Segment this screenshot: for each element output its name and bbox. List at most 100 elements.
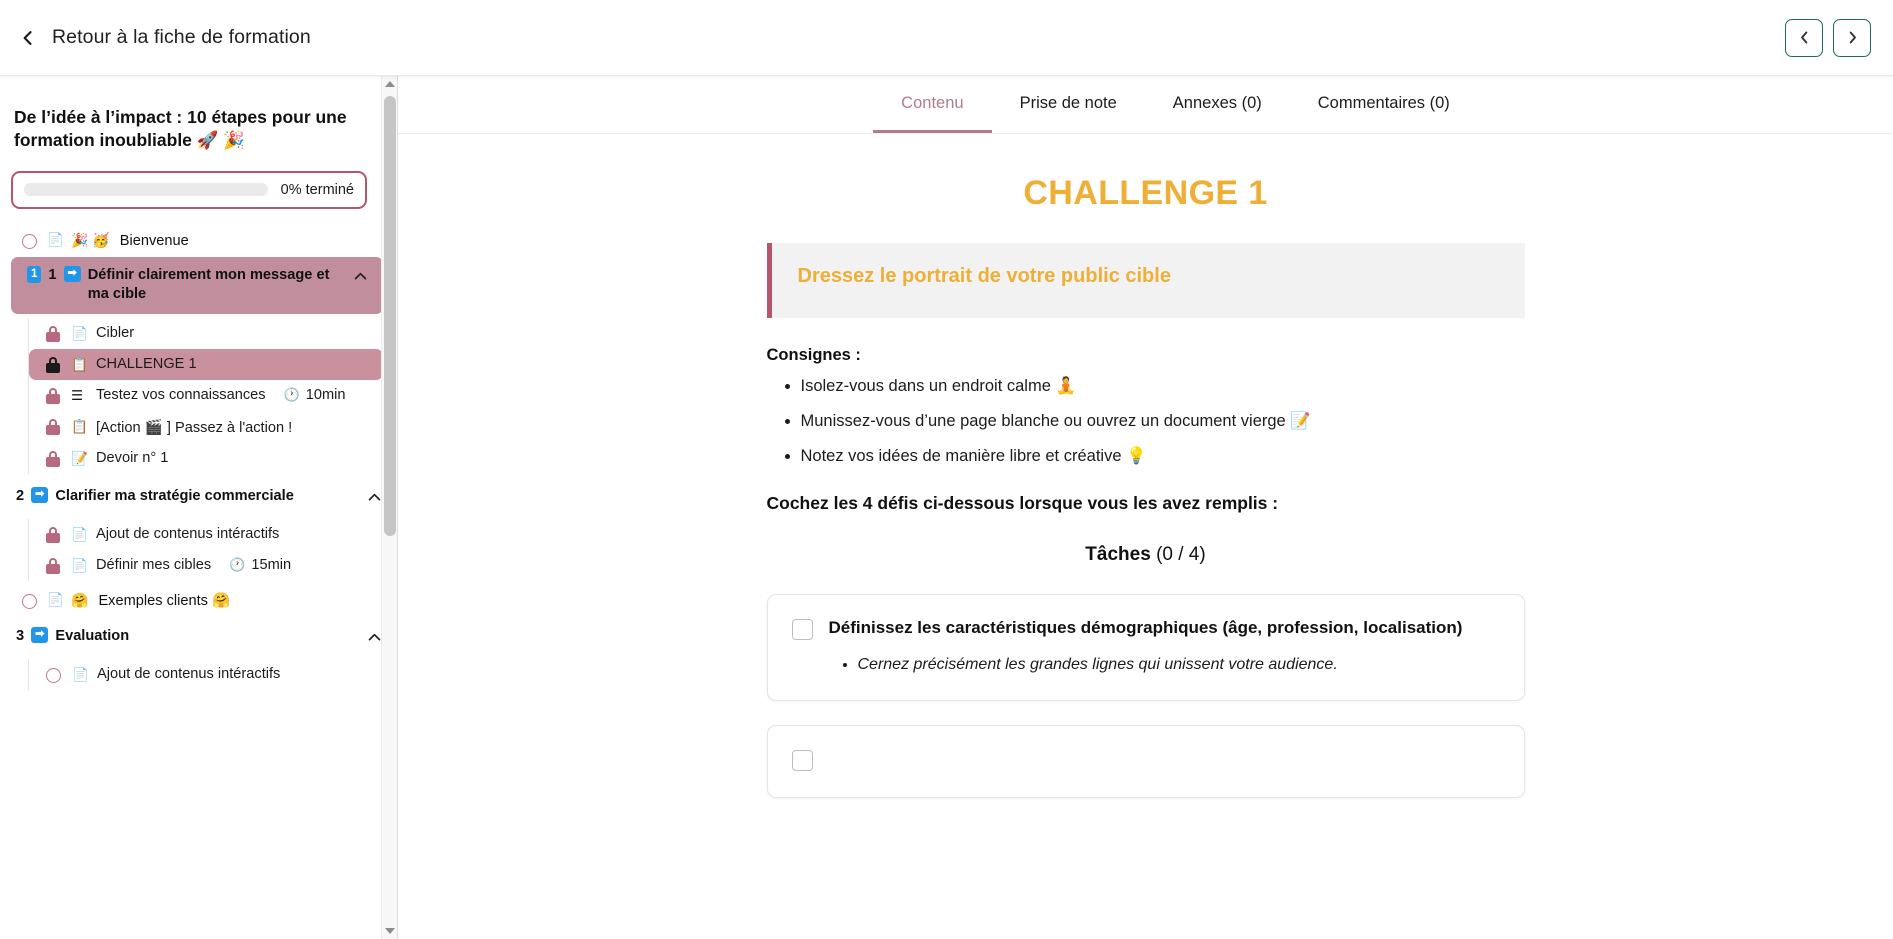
section-number-badge: 1	[27, 266, 42, 283]
chevron-up-icon[interactable]	[352, 268, 369, 285]
challenge-heading: CHALLENGE 1	[1023, 174, 1268, 212]
callout-box: Dressez le portrait de votre public cibl…	[766, 243, 1525, 318]
tab-label: Commentaires (0)	[1317, 93, 1450, 112]
course-player-app: Retour à la fiche de formation De l’idée…	[0, 0, 1893, 939]
callout-text: Dressez le portrait de votre public cibl…	[797, 265, 1171, 287]
sidebar-item-label: Devoir n° 1	[96, 450, 169, 467]
clock-icon: 🕐	[229, 557, 246, 573]
quiz-list-icon: ☰	[71, 387, 84, 403]
sidebar-item-label: Exemples clients 🤗	[98, 592, 231, 609]
sidebar-section-2-children: 📄 Ajout de contenus intéractifs 📄 Défini…	[28, 518, 397, 581]
sidebar-item-label: Définir mes cibles	[96, 557, 212, 574]
app-body: De l’idée à l’impact : 10 étapes pour un…	[0, 76, 1893, 939]
chevron-left-icon	[23, 30, 32, 45]
task-card[interactable]: Définissez les caractéristiques démograp…	[766, 594, 1525, 702]
sidebar-section-2[interactable]: 2 ➡ Clarifier ma stratégie commerciale	[0, 478, 397, 515]
duration: 🕐 10min	[284, 387, 346, 403]
sidebar-item-ajout-de-contenus-interactifs-s2[interactable]: 📄 Ajout de contenus intéractifs	[29, 519, 383, 550]
task-checkbox[interactable]	[791, 750, 813, 772]
incomplete-circle-icon	[22, 233, 37, 249]
progress-bar-track	[24, 183, 268, 196]
sidebar-section-1-children: 📄 Cibler 📋 CHALLENGE 1 ☰ Testez vos conn…	[28, 317, 397, 474]
cochez-heading: Cochez les 4 défis ci-dessous lorsque vo…	[766, 493, 1279, 514]
course-sidebar: De l’idée à l’impact : 10 étapes pour un…	[0, 76, 398, 939]
sidebar-section-label: Définir clairement mon message et ma cib…	[87, 267, 330, 303]
clipboard-icon: 📋	[71, 419, 88, 435]
back-link-label: Retour à la fiche de formation	[52, 26, 311, 48]
lock-icon	[46, 557, 60, 574]
lock-icon	[46, 526, 60, 543]
sidebar-item-label: Testez vos connaissances	[96, 387, 266, 404]
sidebar-section-3[interactable]: 3 ➡ Evaluation	[0, 618, 397, 655]
list-item: Notez vos idées de manière libre et créa…	[801, 446, 1525, 468]
sidebar-item-cibler[interactable]: 📄 Cibler	[29, 318, 383, 349]
lock-icon	[46, 419, 60, 436]
taches-label: Tâches	[1085, 544, 1151, 566]
sidebar-section-label: Evaluation	[55, 627, 130, 644]
section-number-text: 2	[16, 487, 25, 504]
tab-contenu[interactable]: Contenu	[873, 76, 992, 133]
course-title: De l’idée à l’impact : 10 étapes pour un…	[14, 107, 347, 150]
clock-icon: 🕐	[283, 387, 300, 403]
content-tabs: Contenu Prise de note Annexes (0) Commen…	[398, 76, 1893, 134]
tab-commentaires[interactable]: Commentaires (0)	[1290, 76, 1478, 133]
consignes-list: Isolez-vous dans un endroit calme 🧘 Muni…	[767, 376, 1525, 467]
chevron-left-icon	[1800, 31, 1807, 44]
scroll-up-arrow-icon[interactable]	[382, 76, 397, 92]
sidebar-item-bienvenue[interactable]: 📄 🎉 🥳 Bienvenue	[0, 225, 397, 258]
sidebar-item-label: [Action 🎬 ] Passez à l'action !	[96, 419, 293, 436]
clipboard-icon: 📋	[71, 356, 88, 372]
duration: 🕐 15min	[229, 557, 291, 573]
lesson-emoji: 🤗	[71, 591, 89, 608]
previous-lesson-button[interactable]	[1785, 18, 1823, 57]
sidebar-item-label: Ajout de contenus intéractifs	[96, 526, 280, 543]
arrow-right-badge-icon: ➡	[63, 266, 81, 283]
lock-icon	[46, 325, 60, 342]
consignes-heading: Consignes :	[766, 346, 861, 364]
document-icon: 📄	[47, 591, 64, 607]
back-to-course-link[interactable]: Retour à la fiche de formation	[18, 26, 311, 49]
sidebar-item-devoir-1[interactable]: 📝 Devoir n° 1	[29, 443, 383, 474]
sidebar-item-label: Cibler	[96, 325, 135, 342]
top-bar: Retour à la fiche de formation	[0, 0, 1893, 76]
sidebar-item-label: Bienvenue	[119, 232, 189, 249]
incomplete-circle-icon	[22, 593, 37, 609]
sidebar-item-action-passez-a-laction[interactable]: 📋 [Action 🎬 ] Passez à l'action !	[29, 411, 383, 443]
curriculum-list: 📄 🎉 🥳 Bienvenue 1 1 ➡ Définir clairement…	[0, 225, 397, 690]
content-column: CHALLENGE 1 Dressez le portrait de votre…	[766, 174, 1525, 799]
sidebar-scrollbar[interactable]	[381, 76, 397, 939]
scroll-down-arrow-icon[interactable]	[382, 923, 397, 939]
list-item: Munissez-vous d’une page blanche ou ouvr…	[801, 411, 1525, 433]
sidebar-section-1[interactable]: 1 1 ➡ Définir clairement mon message et …	[11, 257, 383, 314]
tab-label: Annexes (0)	[1172, 93, 1262, 112]
duration-label: 10min	[305, 387, 346, 404]
document-icon: 📄	[47, 231, 64, 247]
sidebar-item-challenge-1[interactable]: 📋 CHALLENGE 1	[29, 348, 383, 380]
task-checkbox[interactable]	[791, 619, 813, 641]
tab-prise-de-note[interactable]: Prise de note	[992, 76, 1145, 133]
document-icon: 📄	[72, 667, 89, 683]
next-lesson-button[interactable]	[1833, 18, 1871, 57]
lesson-content: CHALLENGE 1 Dressez le portrait de votre…	[398, 134, 1893, 939]
sidebar-item-label: Ajout de contenus intéractifs	[97, 666, 281, 683]
task-header: Définissez les caractéristiques démograp…	[791, 617, 1500, 641]
sidebar-item-testez-vos-connaissances[interactable]: ☰ Testez vos connaissances 🕐 10min	[29, 380, 383, 411]
tab-annexes[interactable]: Annexes (0)	[1145, 76, 1290, 133]
section-number-text: 3	[16, 627, 25, 644]
section-number-text: 1	[48, 267, 57, 284]
incomplete-circle-icon	[46, 667, 61, 683]
pager-controls	[1785, 18, 1871, 57]
taches-count: (0 / 4)	[1156, 544, 1206, 566]
main-panel: Contenu Prise de note Annexes (0) Commen…	[398, 76, 1893, 939]
tab-label: Prise de note	[1019, 93, 1117, 112]
sidebar-item-ajout-de-contenus-interactifs-s3[interactable]: 📄 Ajout de contenus intéractifs	[29, 659, 383, 690]
lock-icon	[46, 387, 60, 404]
sidebar-scroll-area: De l’idée à l’impact : 10 étapes pour un…	[0, 76, 397, 939]
scrollbar-thumb[interactable]	[384, 96, 396, 536]
sidebar-item-definir-mes-cibles[interactable]: 📄 Définir mes cibles 🕐 15min	[29, 550, 383, 581]
arrow-right-badge-icon: ➡	[31, 626, 49, 643]
tab-label: Contenu	[901, 93, 964, 112]
task-card[interactable]	[766, 725, 1525, 799]
lesson-emoji: 🎉 🥳	[71, 231, 110, 248]
sidebar-item-exemples-clients[interactable]: 📄 🤗 Exemples clients 🤗	[0, 585, 397, 618]
